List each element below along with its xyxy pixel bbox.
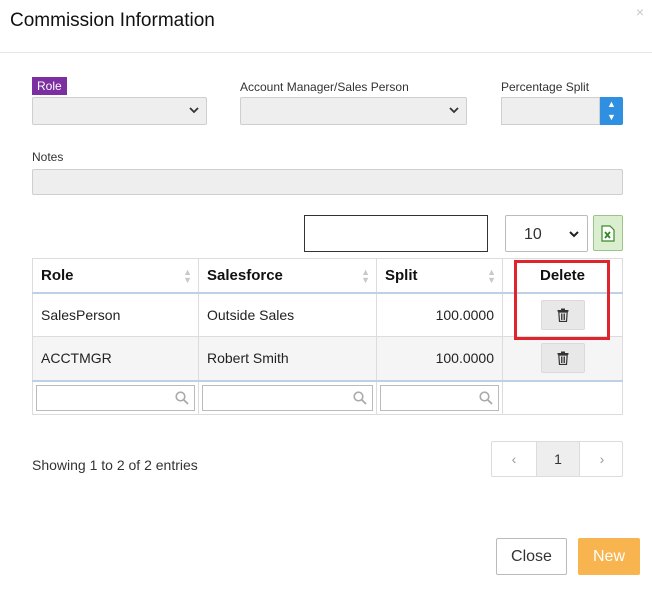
account-manager-label: Account Manager/Sales Person: [240, 80, 409, 94]
chevron-down-icon: [189, 107, 199, 114]
chevron-down-icon: [569, 231, 579, 238]
page-length-select[interactable]: 10: [505, 215, 588, 252]
commission-table: Role ▲ ▼ Salesforce ▲ ▼ Split ▲ ▼ Delete Sales…: [32, 258, 623, 415]
table-row: ACCTMGR Robert Smith 100.0000: [32, 336, 623, 381]
filter-input-split[interactable]: [380, 384, 499, 411]
sort-icon: ▲ ▼: [487, 267, 496, 285]
cell-salesforce: Robert Smith: [198, 336, 377, 381]
pagination-prev[interactable]: ‹: [492, 442, 536, 476]
search-icon: [175, 391, 189, 405]
column-header-role[interactable]: Role ▲ ▼: [32, 258, 199, 294]
column-filter-row: [32, 379, 623, 415]
page-length-value: 10: [524, 226, 542, 243]
new-button[interactable]: New: [578, 538, 640, 575]
role-select[interactable]: [32, 97, 207, 125]
trash-icon: [557, 308, 568, 322]
account-manager-select[interactable]: [240, 97, 467, 125]
cell-delete: [502, 292, 623, 337]
notes-input[interactable]: [32, 169, 623, 195]
column-header-salesforce[interactable]: Salesforce ▲ ▼: [198, 258, 377, 294]
chevron-up-icon[interactable]: ▲: [605, 98, 618, 110]
filter-cell-empty: [502, 379, 623, 415]
table-search-input[interactable]: [304, 215, 488, 252]
cell-delete: [502, 336, 623, 381]
pagination: ‹ 1 ›: [491, 441, 623, 477]
column-header-label: Split: [385, 266, 418, 284]
chevron-down-icon: [449, 107, 459, 114]
cell-split: 100.0000: [376, 292, 503, 337]
chevron-down-icon[interactable]: ▼: [605, 111, 618, 123]
cell-salesforce: Outside Sales: [198, 292, 377, 337]
cell-role: ACCTMGR: [32, 336, 199, 381]
filter-cell-role: [32, 379, 199, 415]
percentage-split-input[interactable]: [501, 97, 600, 125]
trash-icon: [557, 351, 568, 366]
search-icon: [353, 391, 367, 405]
percentage-split-field: ▲ ▼: [501, 97, 623, 125]
pagination-page-1[interactable]: 1: [536, 442, 580, 476]
cell-split: 100.0000: [376, 336, 503, 381]
column-header-label: Salesforce: [207, 266, 283, 284]
modal-title: Commission Information: [10, 10, 215, 31]
delete-button[interactable]: [540, 299, 585, 330]
percentage-spinner[interactable]: ▲ ▼: [600, 97, 623, 125]
column-header-label: Role: [41, 266, 74, 284]
filter-input-role[interactable]: [36, 384, 195, 411]
column-header-split[interactable]: Split ▲ ▼: [376, 258, 503, 294]
filter-cell-split: [376, 379, 503, 415]
sort-icon: ▲ ▼: [183, 267, 192, 285]
sort-icon: ▲ ▼: [361, 267, 370, 285]
cell-role: SalesPerson: [32, 292, 199, 337]
role-label: Role: [32, 77, 67, 95]
filter-cell-salesforce: [198, 379, 377, 415]
filter-input-salesforce[interactable]: [202, 384, 373, 411]
excel-export-button[interactable]: [593, 215, 623, 251]
percentage-split-label: Percentage Split: [501, 80, 590, 94]
excel-export-icon: [601, 225, 615, 242]
close-icon[interactable]: ×: [636, 4, 644, 20]
search-icon: [479, 391, 493, 405]
column-header-delete: Delete: [502, 258, 623, 294]
modal-header: Commission Information ×: [0, 0, 652, 53]
table-info: Showing 1 to 2 of 2 entries: [32, 457, 198, 473]
delete-button[interactable]: [540, 343, 585, 374]
pagination-next[interactable]: ›: [580, 442, 624, 476]
table-row: SalesPerson Outside Sales 100.0000: [32, 292, 623, 337]
close-button[interactable]: Close: [496, 538, 567, 575]
notes-label: Notes: [32, 150, 64, 164]
